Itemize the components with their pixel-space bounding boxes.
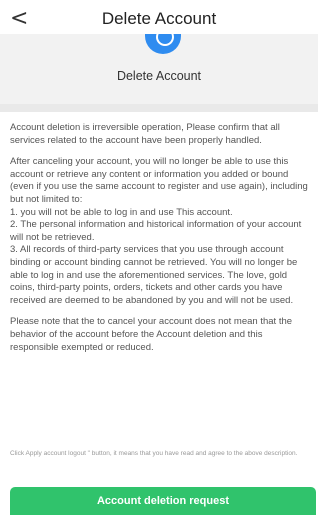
- notice-paragraph-3: Please note that the to cancel your acco…: [10, 316, 293, 353]
- section-divider: [0, 104, 318, 112]
- deletion-notice: Account deletion is irreversible operati…: [10, 122, 313, 363]
- notice-line: After canceling your account, you will n…: [10, 156, 308, 205]
- agreement-text: Click Apply account logout " button, it …: [10, 450, 298, 457]
- page-title: Delete Account: [101, 9, 217, 28]
- header-banner: Delete Account: [0, 28, 318, 104]
- notice-line: 2. The personal information and historic…: [10, 219, 302, 243]
- notice-line: 3. All records of third-party services t…: [10, 244, 298, 306]
- notice-paragraph-2: After canceling your account, you will n…: [10, 156, 313, 307]
- account-deletion-request-button[interactable]: Account deletion request: [10, 487, 316, 515]
- account-icon: [145, 28, 181, 54]
- header-title: Delete Account: [116, 69, 202, 83]
- notice-line: 1. you will not be able to log in and us…: [10, 206, 233, 218]
- back-arrow-icon[interactable]: <: [10, 6, 28, 32]
- notice-paragraph-1: Account deletion is irreversible operati…: [10, 122, 280, 146]
